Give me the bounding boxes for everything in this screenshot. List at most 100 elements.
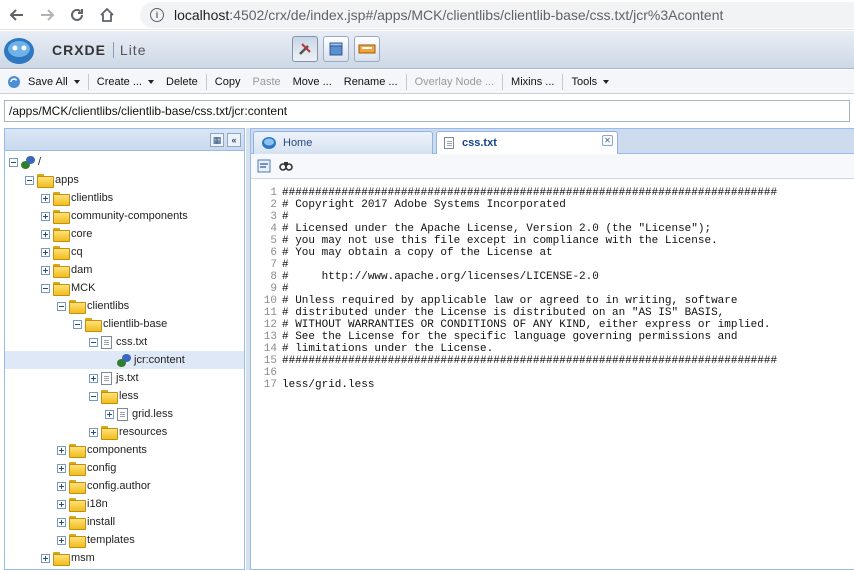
collapse-icon[interactable] bbox=[89, 391, 98, 401]
tree-node-label: i18n bbox=[87, 498, 108, 510]
code-line: # You may obtain a copy of the License a… bbox=[282, 247, 553, 259]
expand-icon[interactable] bbox=[89, 427, 98, 437]
collapse-panel-icon[interactable]: « bbox=[227, 133, 241, 147]
code-editor[interactable]: 1 2 3 4 5 6 7 8 9 10 11 12 13 14 15 16 17 ##############… bbox=[251, 183, 854, 569]
tree-node[interactable]: clientlibs bbox=[41, 189, 113, 207]
expand-icon[interactable] bbox=[57, 535, 66, 545]
format-icon[interactable] bbox=[257, 159, 271, 173]
expand-icon[interactable] bbox=[57, 463, 66, 473]
tree-node[interactable]: dam bbox=[41, 261, 92, 279]
tree-node[interactable]: css.txt bbox=[89, 333, 147, 351]
folder-icon bbox=[69, 462, 86, 476]
tree-node[interactable]: clientlib-base bbox=[73, 315, 167, 333]
expand-icon[interactable] bbox=[41, 247, 50, 257]
delete-button[interactable]: Delete bbox=[160, 71, 204, 93]
tree-node[interactable]: clientlibs bbox=[57, 297, 129, 315]
expand-icon[interactable] bbox=[57, 517, 66, 527]
tree-node[interactable]: / bbox=[9, 153, 41, 171]
tools-label: Tools bbox=[571, 75, 598, 88]
collapse-icon[interactable] bbox=[25, 175, 34, 185]
tools-icon bbox=[299, 43, 311, 55]
tab-css-txt[interactable]: css.txt ✕ bbox=[436, 131, 618, 154]
overlay-node-button[interactable]: Overlay Node ... bbox=[409, 71, 500, 93]
expand-icon[interactable] bbox=[41, 211, 50, 221]
tree-node[interactable]: components bbox=[57, 441, 147, 459]
expand-icon[interactable] bbox=[57, 499, 66, 509]
tree-node[interactable]: core bbox=[41, 225, 92, 243]
create-button[interactable]: Create ... bbox=[91, 71, 160, 93]
refresh-icon[interactable] bbox=[6, 74, 22, 90]
line-number: 2 bbox=[270, 199, 277, 211]
tree-node[interactable]: install bbox=[57, 513, 115, 531]
code-line: less/grid.less bbox=[282, 379, 375, 391]
chevron-down-icon[interactable] bbox=[603, 79, 610, 84]
tree-node[interactable]: apps bbox=[25, 171, 79, 189]
copy-button[interactable]: Copy bbox=[209, 71, 247, 93]
line-number: 3 bbox=[270, 211, 277, 223]
home-tab-icon bbox=[262, 137, 276, 149]
folder-icon bbox=[101, 390, 118, 404]
code-line: ########################################… bbox=[282, 355, 778, 367]
close-icon[interactable]: ✕ bbox=[602, 135, 613, 146]
tree-node-label: / bbox=[38, 156, 42, 168]
line-number: 4 bbox=[270, 223, 277, 235]
expand-icon[interactable] bbox=[89, 373, 98, 383]
code-line: # bbox=[282, 283, 289, 295]
tree-node[interactable]: js.txt bbox=[89, 369, 139, 387]
expand-icon[interactable] bbox=[57, 481, 66, 491]
expand-icon[interactable] bbox=[41, 193, 50, 203]
reload-icon[interactable] bbox=[64, 2, 90, 28]
develop-mode-button[interactable] bbox=[292, 36, 318, 62]
search-icon[interactable] bbox=[279, 159, 293, 173]
site-info-icon[interactable]: i bbox=[150, 8, 164, 22]
expand-icon[interactable] bbox=[41, 229, 50, 239]
tree-node[interactable]: resources bbox=[89, 423, 167, 441]
tree-node-label: config bbox=[87, 462, 117, 474]
save-all-button[interactable]: Save All bbox=[22, 71, 86, 93]
tree-node[interactable]: config bbox=[57, 459, 116, 477]
tree-node[interactable]: jcr:content bbox=[5, 351, 244, 369]
folder-icon bbox=[69, 300, 86, 314]
chevron-down-icon[interactable] bbox=[73, 79, 80, 84]
address-bar[interactable]: i localhost:4502/crx/de/index.jsp#/apps/… bbox=[140, 2, 854, 28]
mixins-button[interactable]: Mixins ... bbox=[505, 71, 560, 93]
tree-node[interactable]: config.author bbox=[57, 477, 151, 495]
tools-menu-button[interactable]: Tools bbox=[565, 71, 615, 93]
back-icon[interactable] bbox=[4, 2, 30, 28]
tab-home-label: Home bbox=[283, 137, 313, 149]
package-mode-button[interactable] bbox=[323, 36, 349, 62]
tree-node[interactable]: MCK bbox=[41, 279, 95, 297]
tree-node[interactable]: grid.less bbox=[105, 405, 173, 423]
home-icon[interactable] bbox=[94, 2, 120, 28]
paste-button[interactable]: Paste bbox=[246, 71, 286, 93]
tree-node[interactable]: cq bbox=[41, 243, 83, 261]
line-number: 6 bbox=[270, 247, 277, 259]
collapse-icon[interactable] bbox=[73, 319, 82, 329]
expand-icon[interactable] bbox=[57, 445, 66, 455]
console-mode-button[interactable] bbox=[354, 36, 380, 62]
line-number: 9 bbox=[270, 283, 277, 295]
collapse-icon[interactable] bbox=[89, 337, 98, 347]
tree-node[interactable]: msm bbox=[41, 549, 95, 567]
tree-node[interactable]: templates bbox=[57, 531, 135, 549]
tree-node[interactable]: i18n bbox=[57, 495, 108, 513]
chevron-down-icon[interactable] bbox=[148, 79, 154, 84]
expand-icon[interactable] bbox=[105, 409, 114, 419]
collapse-icon[interactable] bbox=[9, 157, 18, 167]
tab-home[interactable]: Home bbox=[253, 131, 433, 154]
line-number: 10 bbox=[263, 295, 277, 307]
move-button[interactable]: Move ... bbox=[287, 71, 338, 93]
line-number: 17 bbox=[263, 379, 277, 391]
tree-filter-icon[interactable]: ▦ bbox=[210, 133, 224, 147]
collapse-icon[interactable] bbox=[41, 283, 50, 293]
app-title-sub: Lite bbox=[112, 42, 147, 58]
expand-icon[interactable] bbox=[41, 265, 50, 275]
tree-node[interactable]: community-components bbox=[41, 207, 188, 225]
expand-icon[interactable] bbox=[41, 553, 50, 563]
forward-icon[interactable] bbox=[34, 2, 60, 28]
url-host: localhost bbox=[174, 7, 230, 23]
rename-button[interactable]: Rename ... bbox=[338, 71, 404, 93]
tree-node[interactable]: less bbox=[89, 387, 139, 405]
collapse-icon[interactable] bbox=[57, 301, 66, 311]
node-path-field[interactable]: /apps/MCK/clientlibs/clientlib-base/css.… bbox=[4, 100, 850, 122]
